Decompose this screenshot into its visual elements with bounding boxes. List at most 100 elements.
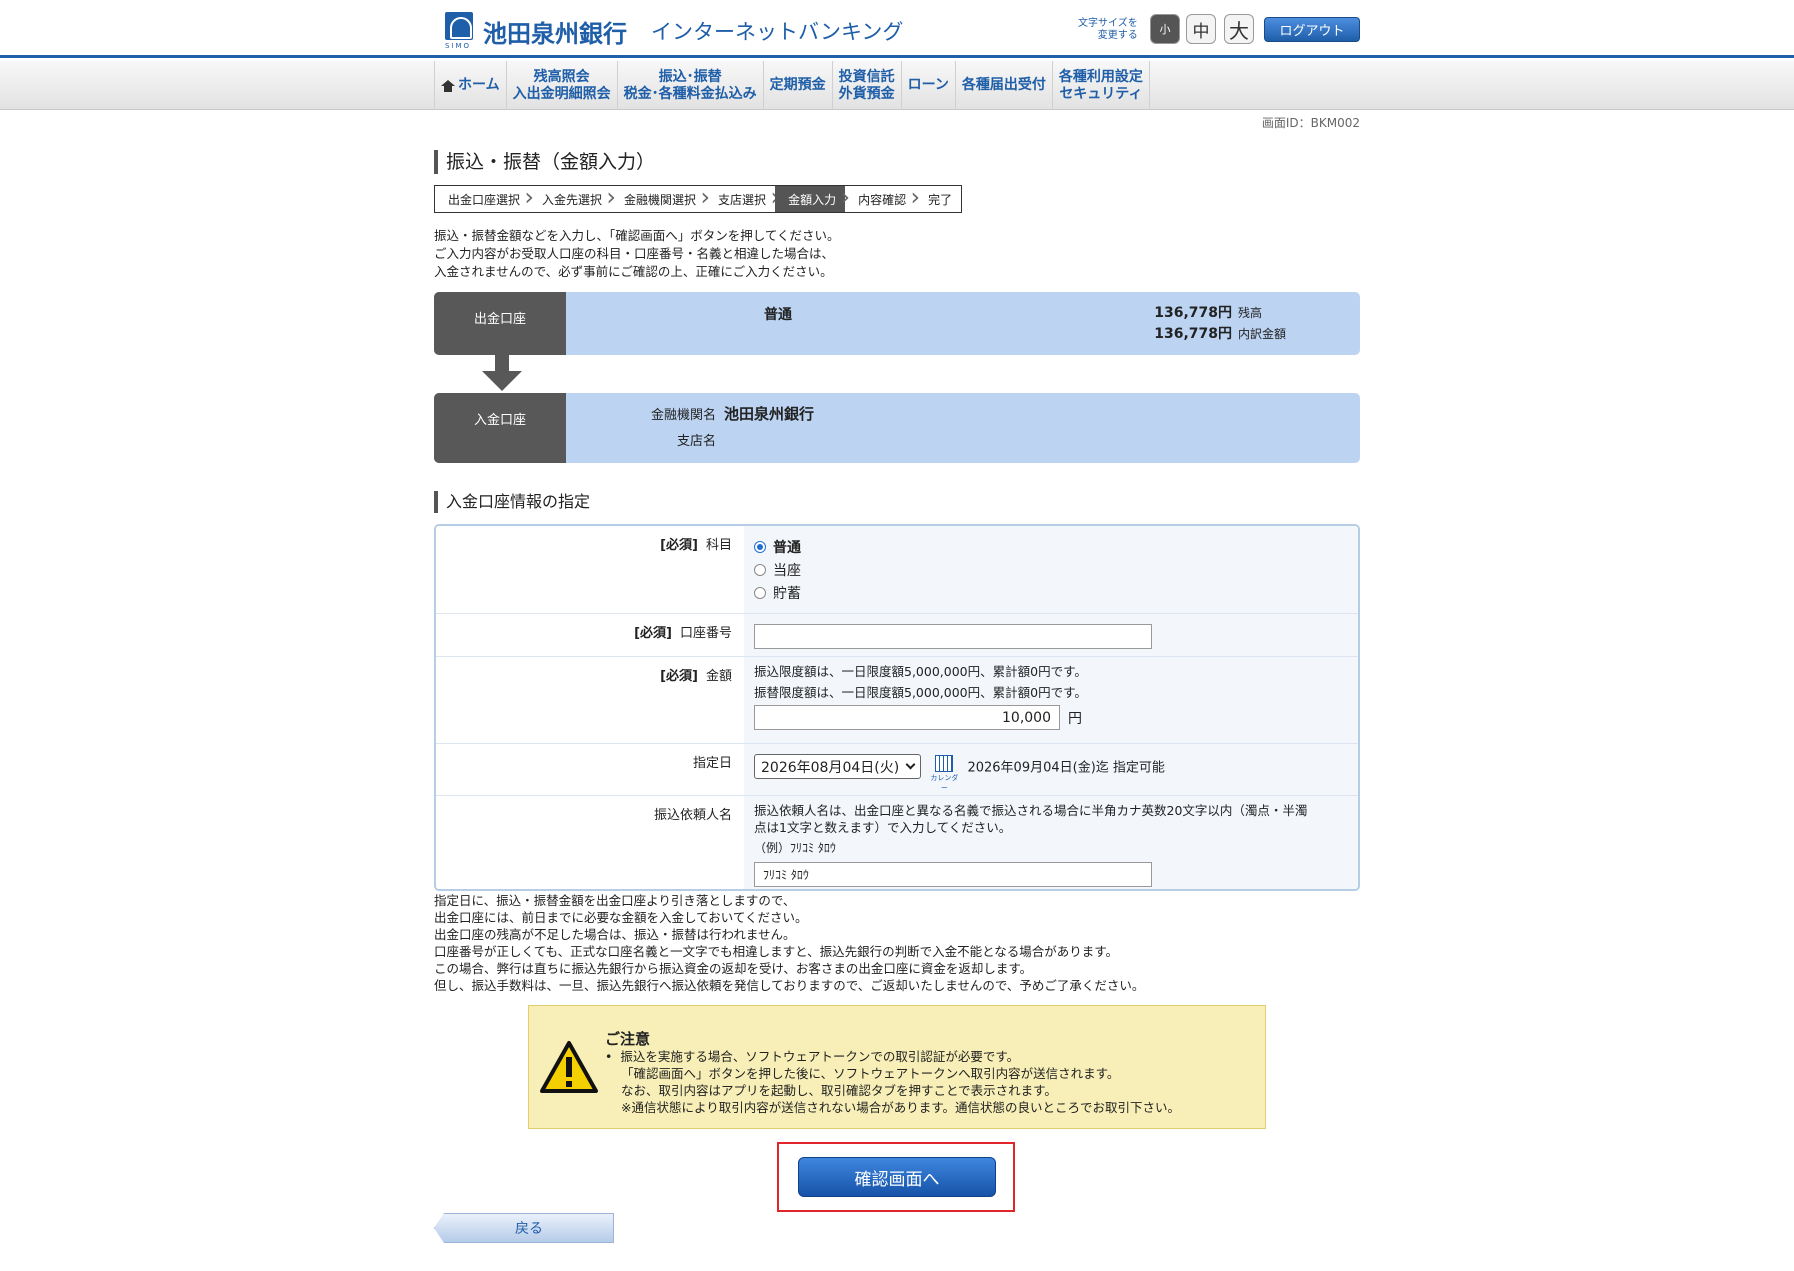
footer-note-line: この場合、弊行は直ちに振込先銀行から振込資金の返却を受け、お客さまの出金口座に資… xyxy=(434,961,1033,976)
subject-row: [必須] 科目 普通 当座 貯蓄 xyxy=(436,526,1358,614)
subject-option-current[interactable]: 当座 xyxy=(754,558,1348,581)
amount-unit: 円 xyxy=(1068,710,1082,727)
nav-home-label: ホーム xyxy=(458,77,500,93)
source-breakdown-row: 136,778円 内訳金額 xyxy=(1134,323,1349,343)
calendar-caption: カレンダー xyxy=(930,774,959,792)
nav-settings[interactable]: 各種利用設定 セキュリティ xyxy=(1051,61,1150,110)
transfer-form: [必須] 科目 普通 当座 貯蓄 [必須] 口座番号 [必須] 金額 振込限度額は、一… xyxy=(434,524,1360,891)
confirm-button[interactable]: 確認画面へ xyxy=(798,1157,996,1197)
source-breakdown-label: 内訳金額 xyxy=(1238,327,1287,341)
transfer-limit-note: 振込限度額は、一日限度額5,000,000円、累計額0円です。 xyxy=(754,664,1087,679)
home-icon xyxy=(441,79,455,92)
fontsize-label-line2: 変更する xyxy=(1097,30,1138,41)
fontsize-large-button[interactable]: 大 xyxy=(1224,14,1254,44)
radio-icon xyxy=(754,586,766,599)
bank-name: 池田泉州銀行 xyxy=(483,19,627,48)
caution-line: 振込を実施する場合、ソフトウェアトークンでの取引認証が必要です。 xyxy=(605,1048,1180,1065)
nav-time-deposit[interactable]: 定期預金 xyxy=(762,61,832,110)
amount-label: 金額 xyxy=(705,669,732,684)
arrow-down-icon xyxy=(482,355,522,393)
date-label: 指定日 xyxy=(692,756,732,771)
bank-logo-icon: SIMO xyxy=(445,12,473,50)
chevron-down-icon xyxy=(905,759,916,770)
step-indicator: 出金口座選択 入金先選択 金融機関選択 支店選択 金額入力 内容確認 完了 xyxy=(434,184,963,213)
required-tag: [必須] xyxy=(660,669,698,684)
nav-settings-label-2: セキュリティ xyxy=(1059,85,1143,102)
radio-icon xyxy=(754,563,766,576)
nav-invest-label-1: 投資信託 xyxy=(838,68,895,85)
subject-option-savings[interactable]: 貯蓄 xyxy=(754,581,1348,604)
amount-label-cell: [必須] 金額 xyxy=(436,657,744,743)
screen-id: 画面ID：BKM002 xyxy=(1261,116,1360,130)
requester-name-input[interactable]: ﾌﾘｺﾐ ﾀﾛｳ xyxy=(754,862,1152,887)
bank-logo[interactable]: SIMO 池田泉州銀行 インターネットバンキング xyxy=(445,12,903,50)
section-title: 入金口座情報の指定 xyxy=(434,491,590,513)
amount-cell: 振込限度額は、一日限度額5,000,000円、累計額0円です。 振替限度額は、一… xyxy=(744,657,1358,743)
footer-notes: 指定日に、振込・振替金額を出金口座より引き落としますので、 出金口座には、前日ま… xyxy=(434,892,1144,994)
fontsize-medium-button[interactable]: 中 xyxy=(1186,14,1216,44)
radio-icon xyxy=(754,540,766,553)
date-select[interactable]: 2026年08月04日(火) xyxy=(754,754,922,779)
intro-line: ご入力内容がお受取人口座の科目・口座番号・名義と相違した場合は、 xyxy=(434,246,835,261)
account-number-cell xyxy=(744,614,1358,656)
nav-loan[interactable]: ローン xyxy=(900,61,955,110)
requester-example: （例）ﾌﾘｺﾐ ﾀﾛｳ xyxy=(754,841,836,855)
subject-options: 普通 当座 貯蓄 xyxy=(744,526,1358,613)
dest-branch-row: 支店名 xyxy=(566,430,724,449)
subject-option-label: 貯蓄 xyxy=(773,585,801,602)
logo-sub-text: SIMO xyxy=(445,42,472,50)
source-account-type: 普通 xyxy=(764,307,792,323)
fontsize-label: 文字サイズを 変更する xyxy=(1078,18,1138,42)
nav-settings-label-1: 各種利用設定 xyxy=(1058,68,1143,85)
footer-note-line: 口座番号が正しくても、正式な口座名義と一文字でも相違しますと、振込先銀行の判断で… xyxy=(434,944,1119,959)
global-nav: ホーム 残高照会 入出金明細照会 振込･振替 税金･各種料金払込み 定期預金 投資信… xyxy=(0,61,1794,110)
nav-notifications[interactable]: 各種届出受付 xyxy=(954,61,1052,110)
requester-note: 振込依頼人名は、出金口座と異なる名義で振込される場合に半角カナ英数20文字以内（… xyxy=(754,803,1308,818)
requester-note: 点は1文字と数えます）で入力してください。 xyxy=(754,820,1012,835)
caution-list: 振込を実施する場合、ソフトウェアトークンでの取引認証が必要です。 「確認画面へ」… xyxy=(605,1048,1180,1116)
date-select-value: 2026年08月04日(火) xyxy=(761,759,900,776)
account-number-input[interactable] xyxy=(754,624,1152,649)
step-complete: 完了 xyxy=(928,192,953,207)
internal-transfer-limit-note: 振替限度額は、一日限度額5,000,000円、累計額0円です。 xyxy=(754,685,1087,700)
amount-input[interactable]: 10,000 xyxy=(754,705,1060,730)
nav-invest-label-2: 外貨預金 xyxy=(838,85,895,102)
source-balance-row: 136,778円 残高 xyxy=(1134,302,1349,322)
source-account-label: 出金口座 xyxy=(434,292,566,355)
back-button[interactable]: 戻る xyxy=(434,1213,614,1243)
amount-row: [必須] 金額 振込限度額は、一日限度額5,000,000円、累計額0円です。 振… xyxy=(436,657,1358,744)
nav-home[interactable]: ホーム xyxy=(434,61,506,110)
footer-note-line: 但し、振込手数料は、一旦、振込先銀行へ振込依頼を発信しておりますので、ご返却いた… xyxy=(434,978,1145,993)
source-balance: 136,778円 xyxy=(1154,305,1232,321)
account-number-label: 口座番号 xyxy=(679,626,732,641)
caution-line: 「確認画面へ」ボタンを押した後に、ソフトウェアトークンへ取引内容が送信されます。 xyxy=(621,1066,1120,1081)
dest-bank-value: 池田泉州銀行 xyxy=(724,405,815,423)
date-row: 指定日 2026年08月04日(火) カレンダー 2026年09月04日(金)迄… xyxy=(436,744,1358,796)
dest-branch-label: 支店名 xyxy=(676,434,716,449)
logout-button[interactable]: ログアウト xyxy=(1264,17,1360,42)
calendar-icon[interactable]: カレンダー xyxy=(929,755,959,792)
caution-line: なお、取引内容はアプリを起動し、取引確認タブを押すことで表示されます。 xyxy=(621,1083,1057,1098)
subject-label-cell: [必須] 科目 xyxy=(436,526,744,613)
dest-bank-row: 金融機関名 池田泉州銀行 xyxy=(566,403,814,424)
intro-text: 振込・振替金額などを入力し、「確認画面へ」ボタンを押してください。 ご入力内容が… xyxy=(434,227,840,281)
source-breakdown: 136,778円 xyxy=(1154,326,1232,342)
nav-transfer[interactable]: 振込･振替 税金･各種料金払込み xyxy=(616,61,763,110)
step-source-select: 出金口座選択 xyxy=(435,184,534,212)
subject-option-ordinary[interactable]: 普通 xyxy=(754,535,1348,558)
fontsize-small-button[interactable]: 小 xyxy=(1150,14,1180,44)
caution-line: ※通信状態により取引内容が送信されない場合があります。通信状態の良いところでお取… xyxy=(621,1100,1180,1115)
dest-bank-label: 金融機関名 xyxy=(650,408,716,423)
nav-balance[interactable]: 残高照会 入出金明細照会 xyxy=(505,61,617,110)
footer-note-line: 出金口座には、前日までに必要な金額を入金しておいてください。 xyxy=(434,910,808,925)
nav-investment[interactable]: 投資信託 外貨預金 xyxy=(831,61,901,110)
nav-transfer-label-2: 税金･各種料金払込み xyxy=(623,85,757,102)
step-confirm: 内容確認 xyxy=(845,184,920,212)
subject-option-label: 普通 xyxy=(773,539,801,556)
account-number-row: [必須] 口座番号 xyxy=(436,614,1358,657)
footer-note-line: 出金口座の残高が不足した場合は、振込・振替は行われません。 xyxy=(434,927,796,942)
warning-icon xyxy=(540,1041,598,1093)
nav-balance-label-2: 入出金明細照会 xyxy=(512,85,611,102)
step-branch-select: 支店選択 xyxy=(705,184,780,212)
requester-cell: 振込依頼人名は、出金口座と異なる名義で振込される場合に半角カナ英数20文字以内（… xyxy=(744,796,1358,889)
